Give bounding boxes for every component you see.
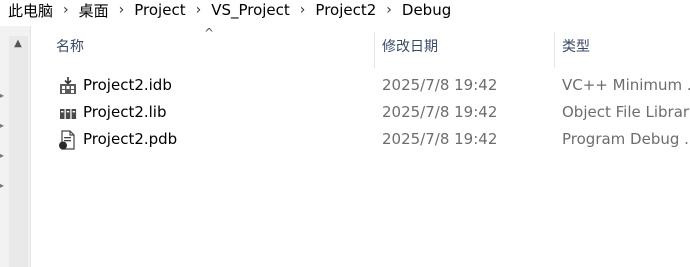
file-explorer-window: 此电脑 › 桌面 › Project › VS_Project › Projec… xyxy=(0,0,690,267)
breadcrumb-chevron-icon[interactable]: › xyxy=(186,2,202,18)
breadcrumb-chevron-icon[interactable]: › xyxy=(53,2,69,18)
file-modified-date: 2025/7/8 19:42 xyxy=(382,76,498,94)
idb-file-icon xyxy=(60,77,76,94)
breadcrumb: 此电脑 › 桌面 › Project › VS_Project › Projec… xyxy=(0,0,690,20)
breadcrumb-item-vs-project[interactable]: VS_Project xyxy=(201,1,290,19)
column-header-date[interactable]: 修改日期 xyxy=(382,36,552,58)
nav-expand-arrow-icon[interactable]: ▸ xyxy=(0,152,6,160)
breadcrumb-item-desktop[interactable]: 桌面 xyxy=(69,0,109,21)
lib-file-icon xyxy=(60,109,77,119)
breadcrumb-chevron-icon[interactable]: › xyxy=(376,2,392,18)
nav-expand-arrow-icon[interactable]: ▸ xyxy=(0,92,6,100)
column-header-name[interactable]: 名称 xyxy=(56,36,374,58)
nav-expand-arrow-icon[interactable]: ▸ xyxy=(0,122,6,130)
breadcrumb-item-project2[interactable]: Project2 xyxy=(305,1,376,19)
column-header: ^ 名称 修改日期 类型 xyxy=(30,26,690,68)
breadcrumb-item-this-pc[interactable]: 此电脑 xyxy=(0,0,53,21)
pdb-file-icon xyxy=(59,130,75,150)
file-name[interactable]: Project2.lib xyxy=(83,99,373,126)
file-type: VC++ Minimum ... xyxy=(562,76,690,94)
column-divider[interactable] xyxy=(374,32,375,68)
file-type: Object File Library xyxy=(562,103,690,121)
breadcrumb-chevron-icon[interactable]: › xyxy=(290,2,306,18)
column-header-type[interactable]: 类型 xyxy=(562,36,690,58)
file-row[interactable]: Project2.pdb 2025/7/8 19:42 Program Debu… xyxy=(30,126,690,153)
navigation-scrollbar[interactable] xyxy=(9,36,28,267)
column-divider[interactable] xyxy=(554,32,555,68)
file-name[interactable]: Project2.pdb xyxy=(83,126,373,153)
nav-expand-arrow-icon[interactable]: ▸ xyxy=(0,182,6,190)
breadcrumb-item-project[interactable]: Project xyxy=(124,1,185,19)
scroll-up-arrow-icon[interactable]: ▲ xyxy=(12,38,24,50)
file-row[interactable]: Project2.idb 2025/7/8 19:42 VC++ Minimum… xyxy=(30,72,690,99)
file-modified-date: 2025/7/8 19:42 xyxy=(382,103,498,121)
breadcrumb-item-debug[interactable]: Debug xyxy=(392,1,451,19)
file-row[interactable]: Project2.lib 2025/7/8 19:42 Object File … xyxy=(30,99,690,126)
breadcrumb-chevron-icon[interactable]: › xyxy=(109,2,125,18)
file-modified-date: 2025/7/8 19:42 xyxy=(382,130,498,148)
file-type: Program Debug ... xyxy=(562,130,690,148)
file-name[interactable]: Project2.idb xyxy=(83,72,373,99)
